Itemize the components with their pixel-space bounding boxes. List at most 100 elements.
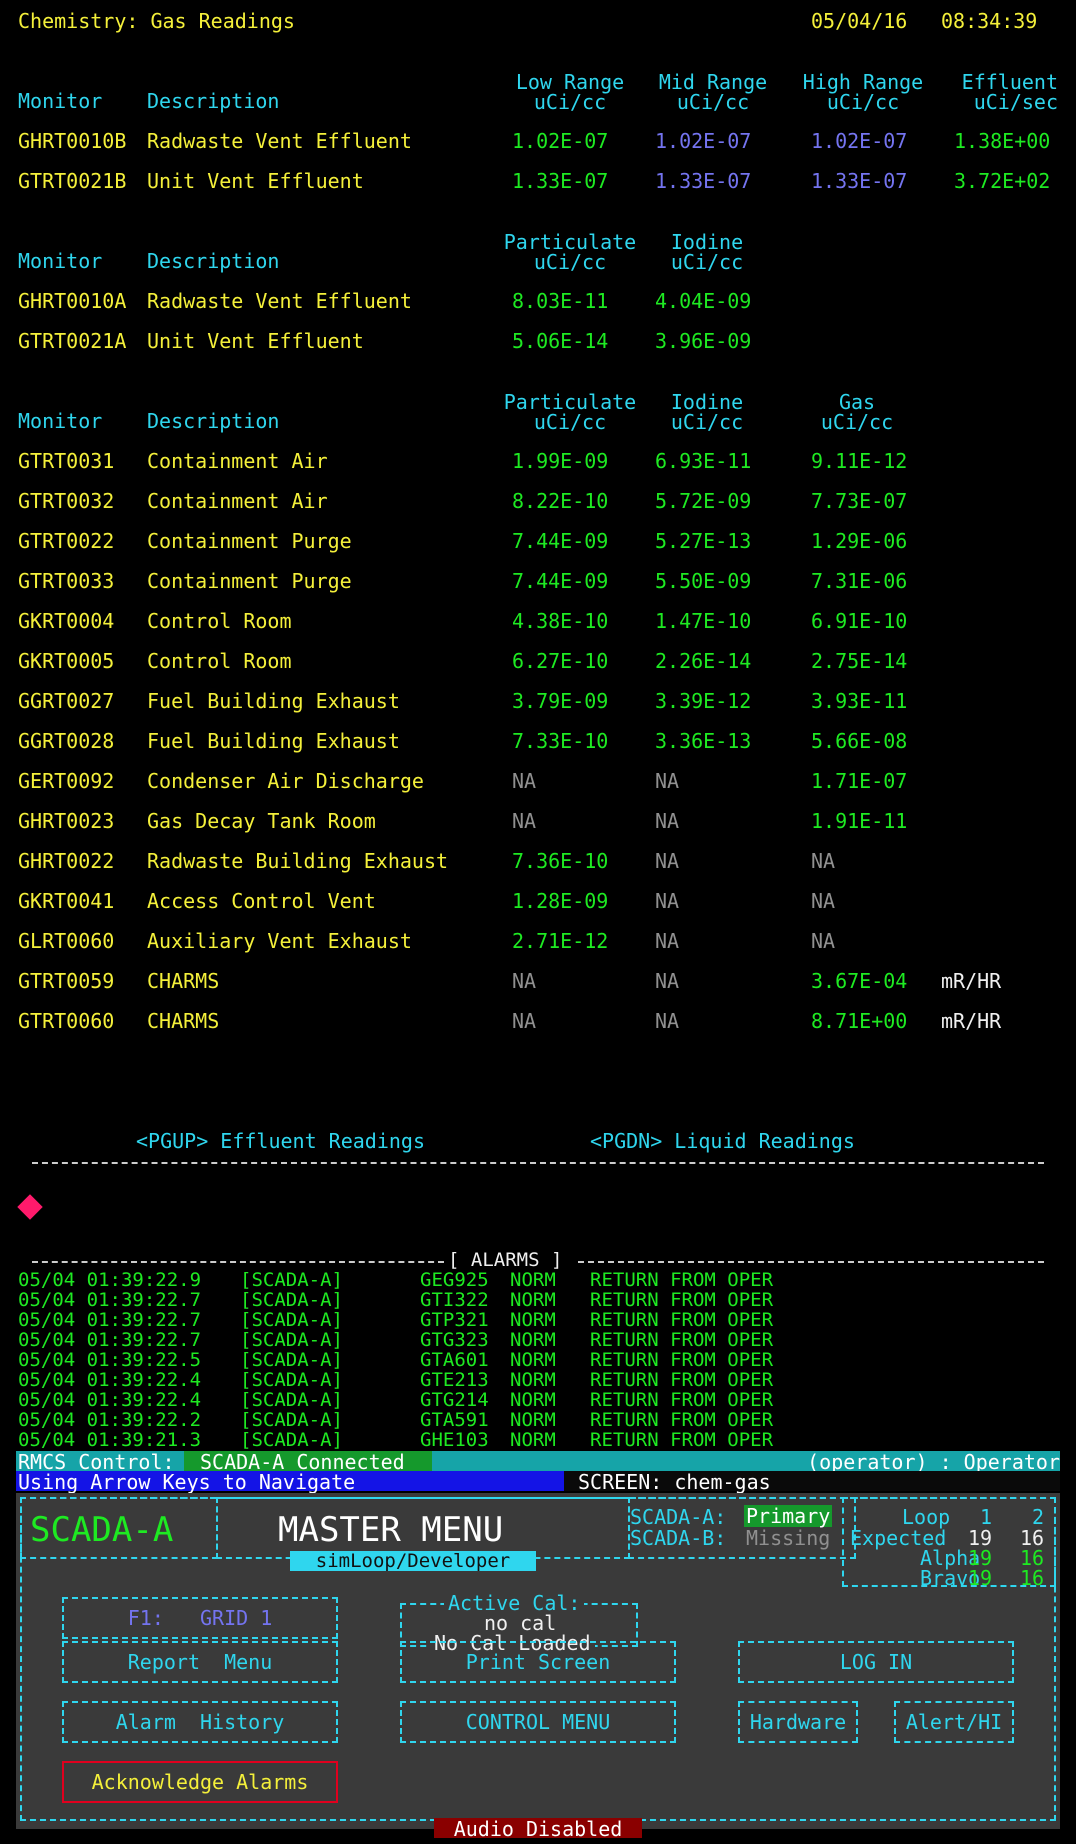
hint-status-bar: Using Arrow Keys to Navigate SCREEN: che… — [16, 1470, 1060, 1494]
bravo-loop-1: 19 — [968, 1566, 993, 1590]
pgup-nav-link[interactable]: <PGUP> Effluent Readings — [136, 1131, 425, 1151]
control-menu-button[interactable]: CONTROL MENU — [400, 1701, 676, 1743]
iodine-value: NA — [655, 1009, 680, 1033]
monitor-description: Fuel Building Exhaust — [147, 689, 400, 713]
iodine-value: 3.36E-13 — [655, 729, 752, 753]
alarm-history-button[interactable]: Alarm History — [62, 1701, 338, 1743]
particulate-value: 8.22E-10 — [512, 489, 609, 513]
gas-value: 2.75E-14 — [811, 649, 908, 673]
alarm-tag: GHE103 — [420, 1429, 489, 1451]
col-description-header: Description — [147, 249, 280, 273]
effluent-value: 1.38E+00 — [954, 129, 1051, 153]
col-effluent-header: Effluent uCi/sec — [961, 70, 1058, 114]
monitor-id: GTRT0021A — [18, 329, 127, 353]
gas-value: 3.93E-11 — [811, 689, 908, 713]
alarm-tag: GTG323 — [420, 1329, 489, 1351]
divider — [32, 1261, 444, 1263]
alarm-source: [SCADA-A] — [240, 1389, 343, 1411]
mid-range-value: 1.33E-07 — [655, 169, 752, 193]
iodine-value: 3.96E-09 — [655, 329, 752, 353]
particulate-value: 7.36E-10 — [512, 849, 609, 873]
alarm-timestamp: 05/04 01:39:22.7 — [18, 1289, 202, 1311]
active-cal-value: no cal — [484, 1611, 557, 1635]
gas-value: 1.29E-06 — [811, 529, 908, 553]
monitor-description: Radwaste Vent Effluent — [147, 129, 412, 153]
alarm-tag: GTP321 — [420, 1309, 489, 1331]
alarm-state: NORM — [510, 1409, 556, 1431]
iodine-value: 6.93E-11 — [655, 449, 752, 473]
loop-label: Loop — [902, 1505, 951, 1529]
monitor-description: Condenser Air Discharge — [147, 769, 424, 793]
unit-label: mR/HR — [941, 969, 1002, 993]
hardware-button[interactable]: Hardware — [738, 1701, 858, 1743]
page-title: Chemistry: Gas Readings — [18, 9, 295, 33]
acknowledge-alarms-button[interactable]: Acknowledge Alarms — [62, 1761, 338, 1803]
col-low-range-header: Low Range uCi/cc — [515, 70, 625, 114]
monitor-id: GTRT0033 — [18, 569, 115, 593]
monitor-description: Unit Vent Effluent — [147, 169, 364, 193]
col-particulate-header: Particulate uCi/cc — [503, 390, 637, 434]
monitor-description: Containment Purge — [147, 569, 352, 593]
operator-label: (operator) : Operator — [807, 1450, 1060, 1474]
particulate-value: NA — [512, 769, 537, 793]
alarm-timestamp: 05/04 01:39:22.4 — [18, 1389, 202, 1411]
iodine-value: NA — [655, 809, 680, 833]
col-description-header: Description — [147, 89, 280, 113]
log-in-button[interactable]: LOG IN — [738, 1641, 1014, 1683]
gas-value: 5.66E-08 — [811, 729, 908, 753]
alarm-message: RETURN FROM OPER — [590, 1289, 774, 1311]
col-monitor-header: Monitor — [18, 409, 103, 433]
col-mid-range-header: Mid Range uCi/cc — [658, 70, 768, 114]
monitor-description: Control Room — [147, 649, 292, 673]
gas-value: 7.73E-07 — [811, 489, 908, 513]
monitor-description: Unit Vent Effluent — [147, 329, 364, 353]
monitor-id: GKRT0041 — [18, 889, 115, 913]
pgdn-nav-link[interactable]: <PGDN> Liquid Readings — [590, 1131, 855, 1151]
alarm-source: [SCADA-A] — [240, 1429, 343, 1451]
monitor-id: GKRT0005 — [18, 649, 115, 673]
alarm-tag: GEG925 — [420, 1269, 489, 1291]
alarm-state: NORM — [510, 1369, 556, 1391]
monitor-id: GGRT0027 — [18, 689, 115, 713]
gas-value: 1.91E-11 — [811, 809, 908, 833]
monitor-description: Auxiliary Vent Exhaust — [147, 929, 412, 953]
particulate-value: 7.44E-09 — [512, 569, 609, 593]
particulate-value: 1.99E-09 — [512, 449, 609, 473]
scada-a-label: SCADA-A: — [630, 1505, 727, 1529]
audio-status: Audio Disabled — [434, 1818, 642, 1839]
iodine-value: 5.72E-09 — [655, 489, 752, 513]
alarm-source: [SCADA-A] — [240, 1329, 343, 1351]
print-screen-button[interactable]: Print Screen — [400, 1641, 676, 1683]
col-gas-header: Gas uCi/cc — [820, 390, 894, 434]
report-menu-button[interactable]: Report Menu — [62, 1641, 338, 1683]
monitor-description: Containment Purge — [147, 529, 352, 553]
unit-label: mR/HR — [941, 1009, 1002, 1033]
monitor-description: Gas Decay Tank Room — [147, 809, 376, 833]
col-monitor-header: Monitor — [18, 89, 103, 113]
rmcs-connection-status: SCADA-A Connected — [184, 1451, 432, 1472]
f1-grid-button[interactable]: F1: GRID 1 — [62, 1597, 338, 1639]
gas-value: 9.11E-12 — [811, 449, 908, 473]
gas-value: 8.71E+00 — [811, 1009, 908, 1033]
divider — [578, 1261, 1044, 1263]
iodine-value: 3.39E-12 — [655, 689, 752, 713]
col-iodine-header: Iodine uCi/cc — [670, 390, 744, 434]
monitor-id: GKRT0004 — [18, 609, 115, 633]
particulate-value: NA — [512, 809, 537, 833]
monitor-id: GTRT0031 — [18, 449, 115, 473]
alpha-loop-2: 16 — [1020, 1546, 1045, 1570]
iodine-value: 2.26E-14 — [655, 649, 752, 673]
divider — [32, 1162, 1044, 1164]
high-range-value: 1.33E-07 — [811, 169, 908, 193]
monitor-id: GHRT0023 — [18, 809, 115, 833]
alert-hi-button[interactable]: Alert/HI — [894, 1701, 1014, 1743]
scada-b-label: SCADA-B: — [630, 1526, 727, 1550]
alarm-timestamp: 05/04 01:39:21.3 — [18, 1429, 202, 1451]
alarm-state: NORM — [510, 1329, 556, 1351]
particulate-value: 6.27E-10 — [512, 649, 609, 673]
iodine-value: 5.27E-13 — [655, 529, 752, 553]
loop-2-label: 2 — [1032, 1505, 1045, 1529]
menu-title: MASTER MENU — [278, 1510, 504, 1550]
expected-loop-2: 16 — [1020, 1526, 1045, 1550]
screen-name: SCREEN: chem-gas — [578, 1470, 771, 1494]
